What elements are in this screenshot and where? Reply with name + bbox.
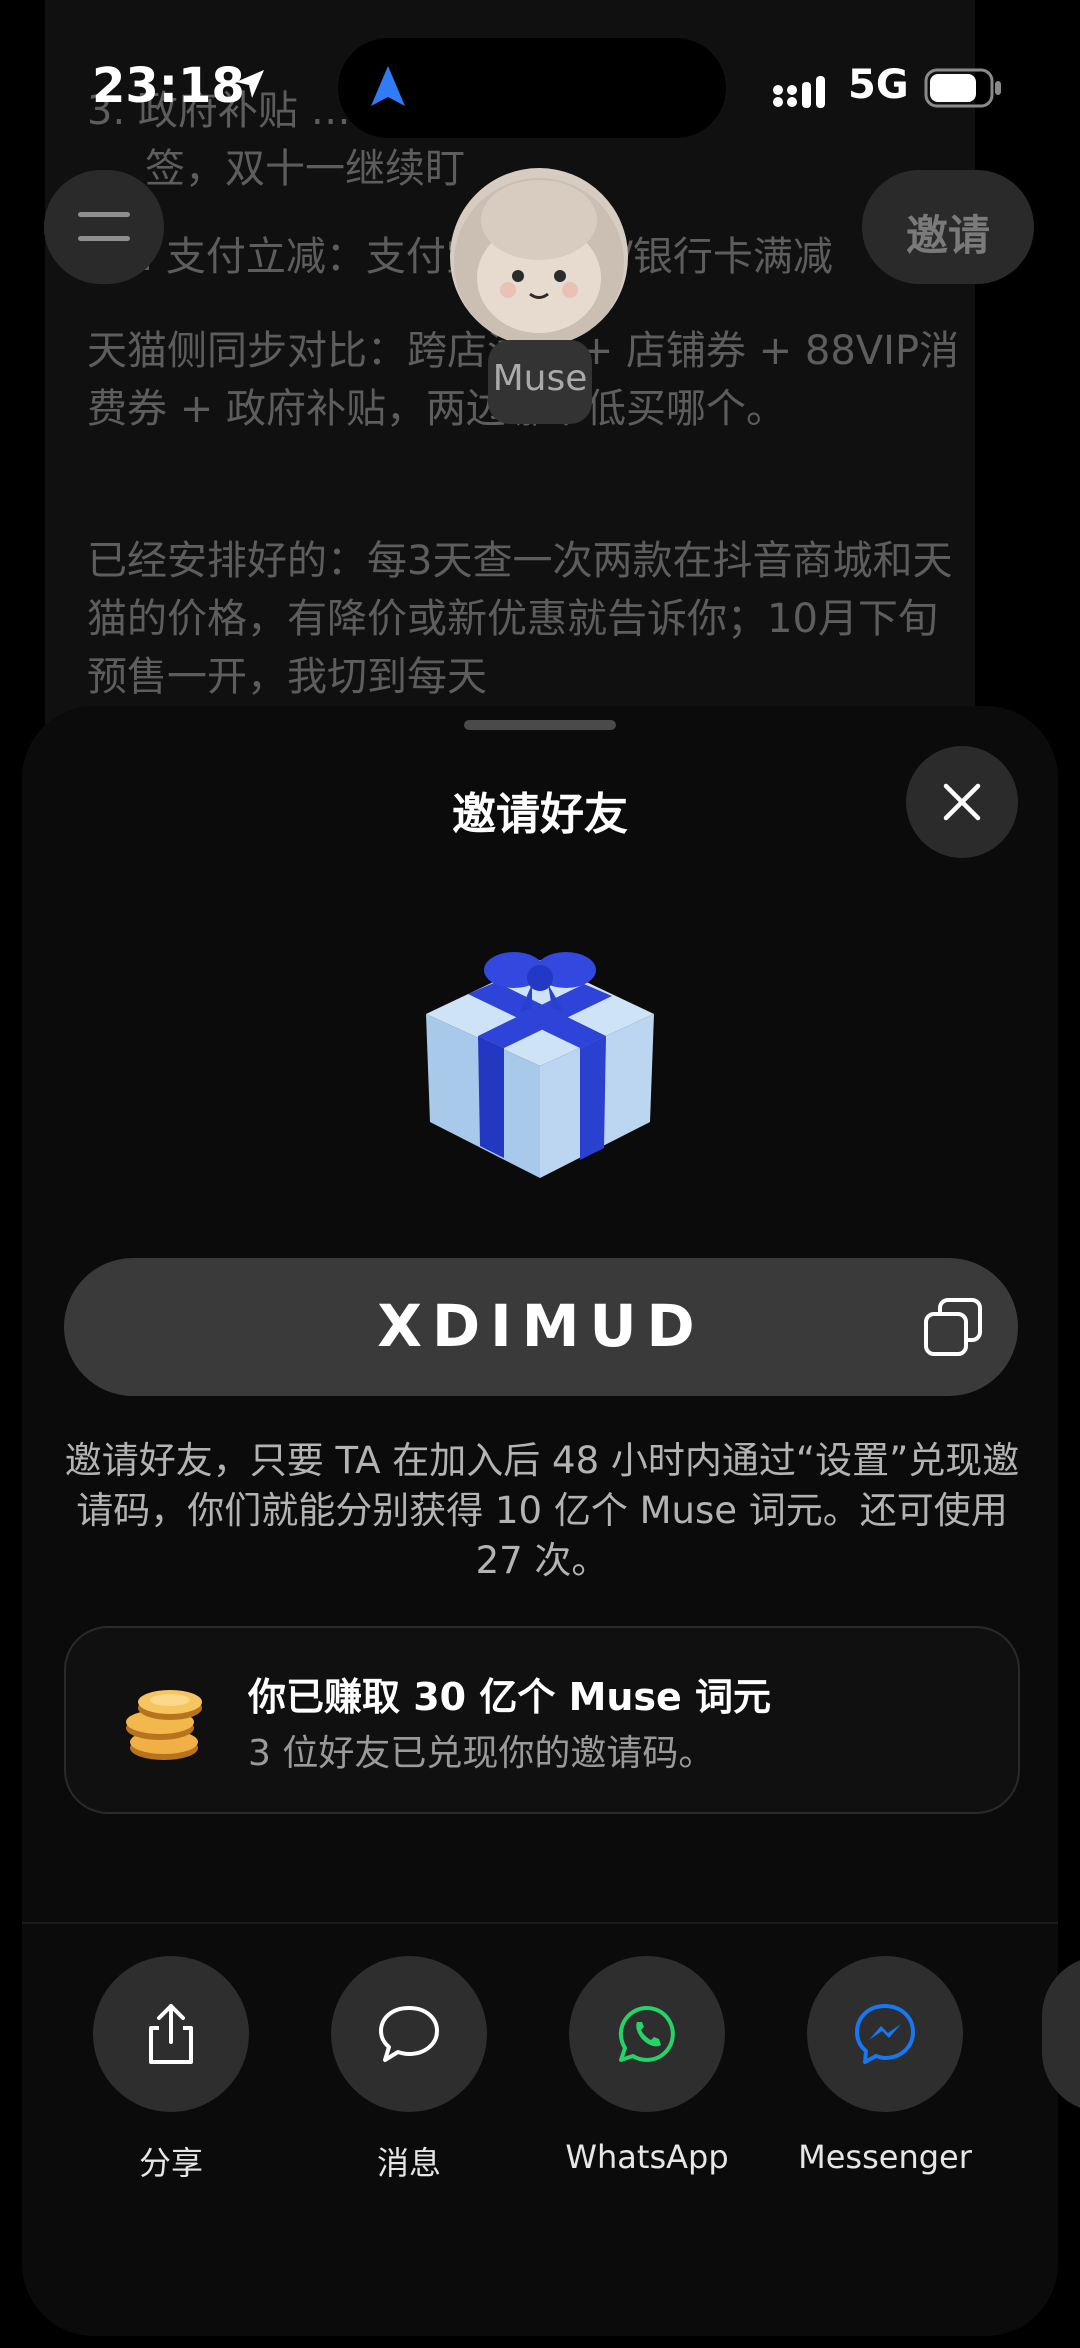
sheet-title: 邀请好友: [452, 789, 628, 840]
battery-icon: [924, 68, 1001, 108]
cellular-signal-icon: [773, 76, 825, 108]
assistant-name-tag: Muse: [488, 340, 592, 424]
invite-button-label: 邀请: [905, 211, 990, 260]
navigation-arrow-icon: [371, 66, 405, 106]
whatsapp-button[interactable]: [569, 1956, 725, 2112]
messenger-icon: [855, 2004, 915, 2064]
earned-subtitle: 3 位好友已兑现你的邀请码。: [248, 1733, 715, 1774]
share-icon: [149, 2004, 193, 2064]
share-label-whatsapp: WhatsApp: [565, 2138, 729, 2176]
coins-icon: [126, 1690, 202, 1760]
earned-title: 你已赚取 30 亿个 Muse 词元: [248, 1675, 772, 1719]
avatar[interactable]: [450, 168, 628, 346]
gift-icon: [426, 952, 654, 1178]
copy-icon[interactable]: [922, 1296, 984, 1358]
share-option-partial[interactable]: [1042, 1956, 1080, 2112]
share-label-messenger: Messenger: [798, 2138, 972, 2176]
invite-code-box[interactable]: XDIMUD: [64, 1258, 1018, 1396]
invite-description: 邀请好友，只要 TA 在加入后 48 小时内通过“设置”兑现邀请码，你们就能分别…: [64, 1439, 1020, 1582]
close-icon: [943, 783, 981, 821]
invite-button[interactable]: 邀请: [862, 170, 1034, 284]
share-divider: [22, 1922, 1058, 1924]
assistant-name: Muse: [492, 358, 588, 399]
messenger-button[interactable]: [807, 1956, 963, 2112]
menu-button[interactable]: [44, 170, 164, 284]
close-button[interactable]: [906, 746, 1018, 858]
share-label-share: 分享: [138, 2144, 203, 2182]
message-button[interactable]: [331, 1956, 487, 2112]
location-arrow-icon: [236, 70, 264, 98]
muse-avatar-icon: [454, 178, 624, 346]
share-button[interactable]: [93, 1956, 249, 2112]
earned-card: 你已赚取 30 亿个 Muse 词元 3 位好友已兑现你的邀请码。: [64, 1626, 1020, 1814]
invite-sheet: 邀请好友 XDIMUD 邀请好友，只要 TA 在加入后 48 小时内通过“设置”…: [22, 706, 1080, 2336]
message-icon: [379, 2006, 439, 2062]
share-label-message: 消息: [376, 2144, 441, 2182]
dynamic-island: [338, 38, 726, 138]
network-type: 5G: [848, 62, 909, 108]
whatsapp-icon: [618, 2005, 675, 2062]
status-time: 23:18: [92, 58, 245, 114]
invite-code: XDIMUD: [377, 1292, 705, 1360]
sheet-grabber[interactable]: [464, 720, 616, 730]
status-bar: 23:18 5G: [0, 0, 1080, 170]
